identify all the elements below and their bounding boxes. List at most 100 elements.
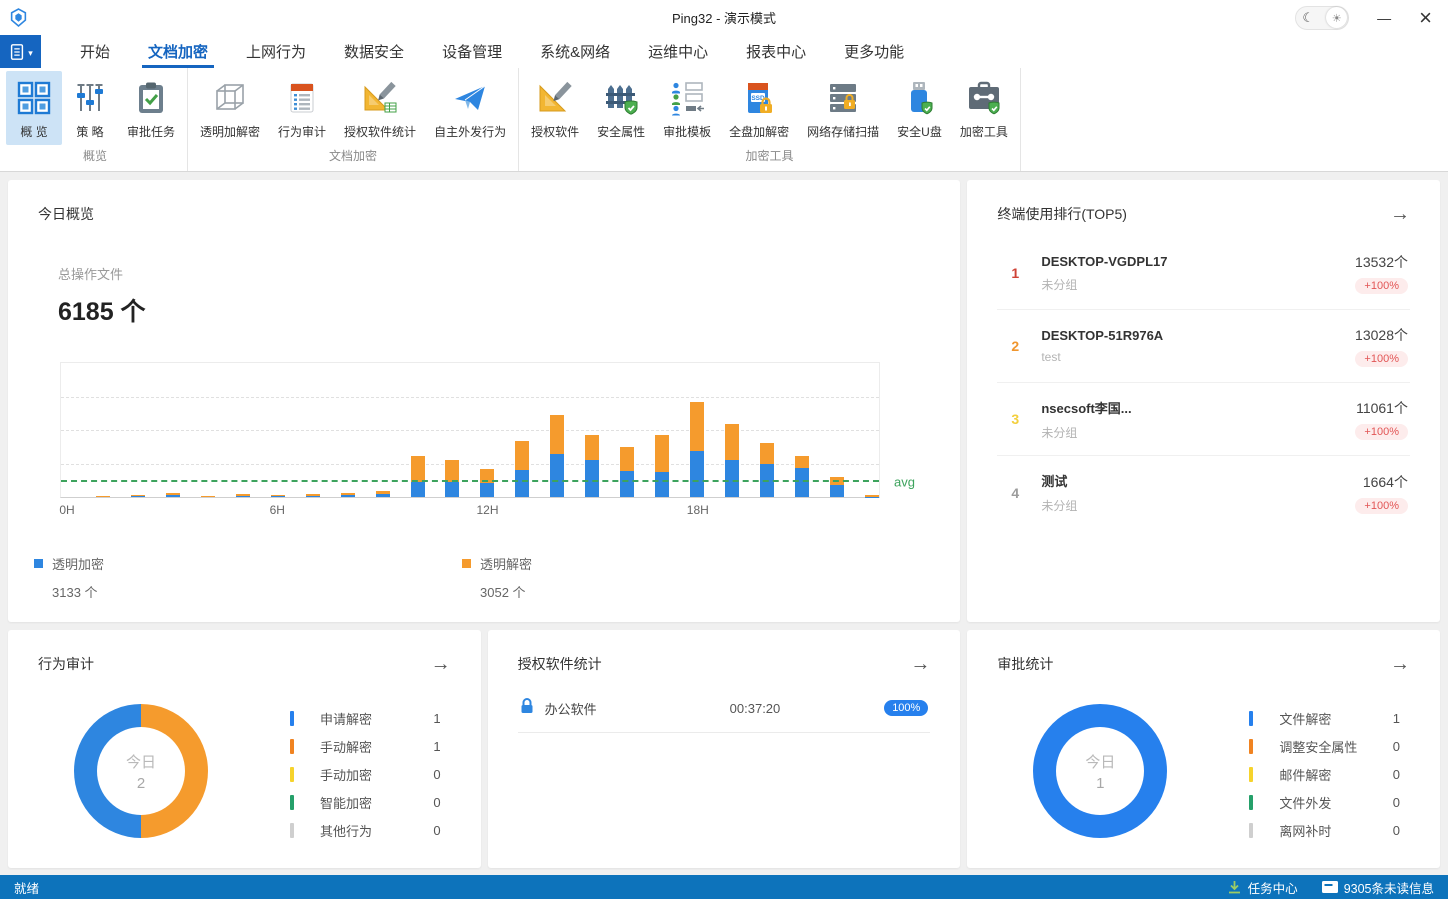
encrypt-segment: [480, 483, 494, 497]
mail-icon: [1322, 881, 1338, 893]
app-menu-button[interactable]: [0, 35, 41, 68]
encrypt-segment: [271, 496, 285, 497]
arrow-right-icon[interactable]: [910, 654, 930, 674]
legend-swatch: [290, 823, 294, 838]
ribbon-button-label: 安全U盘: [897, 123, 942, 140]
legend-label: 邮件解密: [1279, 765, 1331, 784]
ribbon-button-行为审计[interactable]: 行为审计: [269, 71, 335, 145]
legend-value: 3052 个: [480, 582, 890, 601]
legend-value: 0: [1393, 767, 1406, 782]
lock-icon: [520, 697, 534, 719]
arrow-right-icon[interactable]: [1390, 654, 1410, 674]
ribbon-button-全盘加解密[interactable]: SSD全盘加解密: [720, 71, 798, 145]
ribbon-button-审批任务[interactable]: 审批任务: [118, 71, 184, 145]
ribbon-button-label: 安全属性: [597, 123, 645, 140]
legend-value: 3133 个: [52, 582, 462, 601]
ribbon-button-授权软件[interactable]: 授权软件: [522, 71, 588, 145]
ribbon-group-概览: 概 览策 略审批任务概览: [3, 68, 188, 171]
theme-toggle[interactable]: [1295, 6, 1349, 30]
tab-运维中心[interactable]: 运维中心: [629, 35, 727, 68]
chevron-down-icon: [28, 43, 33, 61]
software-row[interactable]: 办公软件00:37:20100%: [518, 684, 931, 733]
approval-template-icon: [668, 78, 706, 118]
terminal-ranking-card: 终端使用排行(TOP5) 1DESKTOP-VGDPL17未分组13532个+1…: [967, 180, 1440, 622]
donut-center: 今日 1: [1056, 727, 1144, 815]
bar-15H: [585, 363, 599, 497]
arrow-right-icon[interactable]: [431, 654, 451, 674]
ribbon-button-网络存储扫描[interactable]: 网络存储扫描: [798, 71, 888, 145]
today-overview-card: 今日概览 总操作文件 6185 个 avg 0H6H12H18H 透明加密: [8, 180, 960, 622]
hourly-bar-plot: avg: [60, 362, 880, 498]
tab-报表中心[interactable]: 报表中心: [727, 35, 825, 68]
tab-文档加密[interactable]: 文档加密: [129, 35, 227, 68]
bars-container: [61, 363, 879, 497]
bar-22H: [830, 363, 844, 497]
bar-20H: [760, 363, 774, 497]
task-center-button[interactable]: 任务中心: [1227, 878, 1298, 897]
tab-更多功能[interactable]: 更多功能: [825, 35, 923, 68]
bar-18H: [690, 363, 704, 497]
encrypt-segment: [690, 451, 704, 497]
transparent-crypt-icon: [211, 78, 249, 118]
legend-row-申请解密: 申请解密1: [290, 704, 447, 732]
security-attribute-icon: [602, 78, 640, 118]
crypt-tools-icon: [965, 78, 1003, 118]
ranking-row[interactable]: 2DESKTOP-51R976Atest13028个+100%: [997, 310, 1410, 383]
ribbon-button-透明加解密[interactable]: 透明加解密: [191, 71, 269, 145]
ribbon-button-安全属性[interactable]: 安全属性: [588, 71, 654, 145]
tab-数据安全[interactable]: 数据安全: [325, 35, 423, 68]
terminal-count: 13532个: [1355, 252, 1408, 272]
legend-label: 透明解密: [480, 554, 532, 573]
ribbon-button-审批模板[interactable]: 审批模板: [654, 71, 720, 145]
tab-设备管理[interactable]: 设备管理: [423, 35, 521, 68]
bar-21H: [795, 363, 809, 497]
ribbon-button-label: 自主外发行为: [434, 123, 506, 140]
rank-terminal: 测试未分组: [1041, 471, 1355, 514]
bar-7H: [306, 363, 320, 497]
terminal-group: 未分组: [1041, 497, 1355, 514]
legend-row-手动解密: 手动解密1: [290, 732, 447, 760]
tab-系统&网络[interactable]: 系统&网络: [521, 35, 629, 68]
menu-bar: 开始文档加密上网行为数据安全设备管理系统&网络运维中心报表中心更多功能: [0, 35, 1448, 68]
bar-3H: [166, 363, 180, 497]
x-tick-12H: 12H: [477, 503, 499, 517]
ranking-row[interactable]: 1DESKTOP-VGDPL17未分组13532个+100%: [997, 237, 1410, 310]
bar-4H: [201, 363, 215, 497]
ribbon-button-自主外发行为[interactable]: 自主外发行为: [425, 71, 515, 145]
sun-icon[interactable]: [1326, 7, 1347, 28]
unread-messages-button[interactable]: 9305条未读信息: [1322, 878, 1434, 897]
ranking-row[interactable]: 3nsecsoft李国...未分组11061个+100%: [997, 383, 1410, 456]
ribbon-button-label: 行为审计: [278, 123, 326, 140]
decrypt-segment: [550, 415, 564, 454]
legend-row-调整安全属性: 调整安全属性0: [1249, 732, 1406, 760]
ribbon-button-授权软件统计[interactable]: 授权软件统计: [335, 71, 425, 145]
authorized-software-icon: [536, 78, 574, 118]
encrypt-segment: [236, 496, 250, 497]
ribbon-group-buttons: 授权软件安全属性审批模板SSD全盘加解密网络存储扫描安全U盘加密工具: [522, 68, 1017, 146]
donut-center-label: 今日: [1085, 751, 1115, 772]
minimize-button[interactable]: [1377, 10, 1391, 26]
ribbon-button-安全U盘[interactable]: 安全U盘: [888, 71, 951, 145]
tab-开始[interactable]: 开始: [61, 35, 129, 68]
legend-value: 0: [433, 795, 446, 810]
donut-center: 今日 2: [97, 727, 185, 815]
encrypt-segment: [550, 454, 564, 497]
legend-item-decrypt: 透明解密 3052 个: [462, 554, 890, 601]
software-stats-card: 授权软件统计 办公软件00:37:20100%: [488, 630, 961, 868]
encrypt-segment: [830, 485, 844, 497]
ribbon-button-加密工具[interactable]: 加密工具: [951, 71, 1017, 145]
delta-badge: +100%: [1355, 278, 1408, 294]
tab-上网行为[interactable]: 上网行为: [227, 35, 325, 68]
ribbon-button-概览[interactable]: 概 览: [6, 71, 62, 145]
close-button[interactable]: [1419, 8, 1432, 28]
policy-sliders-icon: [71, 78, 109, 118]
ribbon-button-策略[interactable]: 策 略: [62, 71, 118, 145]
download-icon: [1227, 880, 1242, 894]
ranking-row[interactable]: 4测试未分组1664个+100%: [997, 456, 1410, 529]
total-files-metric: 总操作文件 6185 个: [58, 264, 930, 328]
arrow-right-icon[interactable]: [1390, 204, 1410, 224]
bar-11H: [445, 363, 459, 497]
legend-value: 0: [433, 767, 446, 782]
moon-icon[interactable]: [1297, 9, 1319, 27]
terminal-name: DESKTOP-VGDPL17: [1041, 254, 1355, 269]
